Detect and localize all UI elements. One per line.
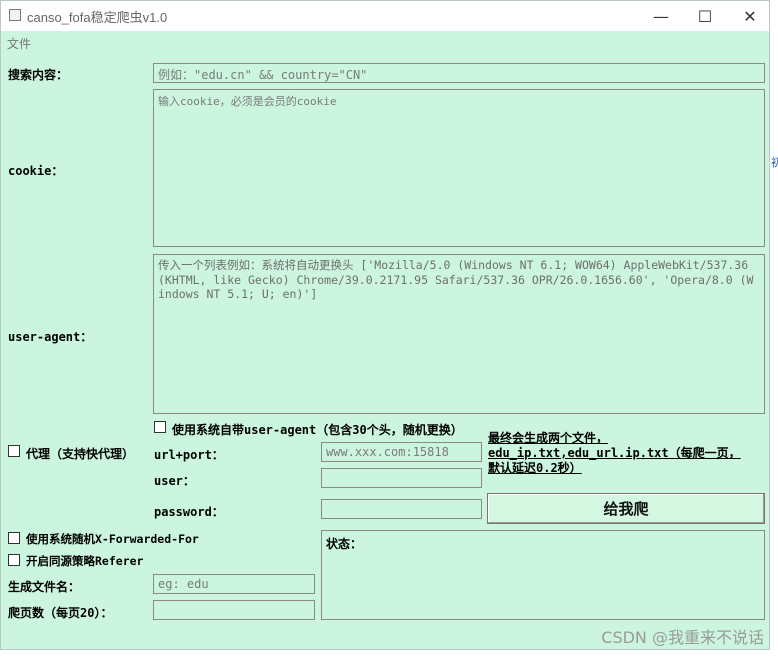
- status-panel: 状态：: [321, 530, 765, 620]
- url-port-label: url+port：: [154, 448, 224, 462]
- app-window: canso_fofa稳定爬虫v1.0 — ☐ ✕ 文件 搜索内容： 例如："ed…: [0, 0, 770, 650]
- referer-label: 开启同源策略Referer: [26, 554, 144, 568]
- title-bar: canso_fofa稳定爬虫v1.0 — ☐ ✕: [1, 1, 769, 31]
- user-label: user：: [154, 474, 195, 488]
- close-button[interactable]: ✕: [727, 1, 773, 31]
- filename-input[interactable]: eg: edu: [153, 574, 315, 594]
- xff-checkbox[interactable]: [8, 532, 20, 544]
- run-button[interactable]: 给我爬: [487, 493, 765, 524]
- search-label: 搜索内容：: [8, 68, 69, 82]
- user-agent-label: user-agent：: [8, 330, 93, 344]
- search-placeholder: 例如："edu.cn" && country="CN": [158, 68, 368, 82]
- app-icon: [9, 9, 21, 21]
- user-agent-placeholder: 传入一个列表例如：系统将自动更换头 ['Mozilla/5.0 (Windows…: [158, 258, 754, 301]
- minimize-button[interactable]: —: [638, 1, 684, 31]
- cookie-placeholder: 输入cookie，必须是会员的cookie: [158, 95, 337, 108]
- output-info-text: 最终会生成两个文件，edu_ip.txt,edu_url.ip.txt（每爬一页…: [488, 431, 741, 475]
- filename-placeholder: eg: edu: [158, 577, 209, 591]
- password-input[interactable]: [321, 499, 482, 519]
- user-agent-textarea[interactable]: 传入一个列表例如：系统将自动更换头 ['Mozilla/5.0 (Windows…: [153, 254, 765, 414]
- proxy-checkbox[interactable]: [8, 445, 20, 457]
- url-port-placeholder: www.xxx.com:15818: [326, 445, 449, 459]
- search-input[interactable]: 例如："edu.cn" && country="CN": [153, 63, 765, 83]
- referer-checkbox[interactable]: [8, 554, 20, 566]
- url-port-input[interactable]: www.xxx.com:15818: [321, 442, 482, 462]
- filename-label: 生成文件名：: [8, 580, 81, 594]
- maximize-button[interactable]: ☐: [682, 1, 728, 31]
- cookie-textarea[interactable]: 输入cookie，必须是会员的cookie: [153, 89, 765, 247]
- cookie-label: cookie：: [8, 164, 64, 178]
- edge-glyph: 初: [771, 156, 778, 169]
- system-ua-checkbox[interactable]: [154, 421, 166, 433]
- window-title: canso_fofa稳定爬虫v1.0: [27, 10, 168, 25]
- watermark: CSDN @我重来不说话: [601, 628, 764, 647]
- password-label: password：: [154, 505, 224, 519]
- pages-label: 爬页数（每页20）：: [8, 606, 113, 620]
- pages-input[interactable]: [153, 600, 315, 620]
- menu-bar: 文件: [1, 31, 769, 53]
- menu-file[interactable]: 文件: [7, 35, 31, 52]
- status-label: 状态：: [326, 537, 363, 551]
- user-input[interactable]: [321, 468, 482, 488]
- xff-label: 使用系统随机X-Forwarded-For: [26, 532, 199, 546]
- proxy-label: 代理（支持快代理）: [26, 447, 135, 461]
- system-ua-label: 使用系统自带user-agent（包含30个头，随机更换）: [172, 423, 463, 437]
